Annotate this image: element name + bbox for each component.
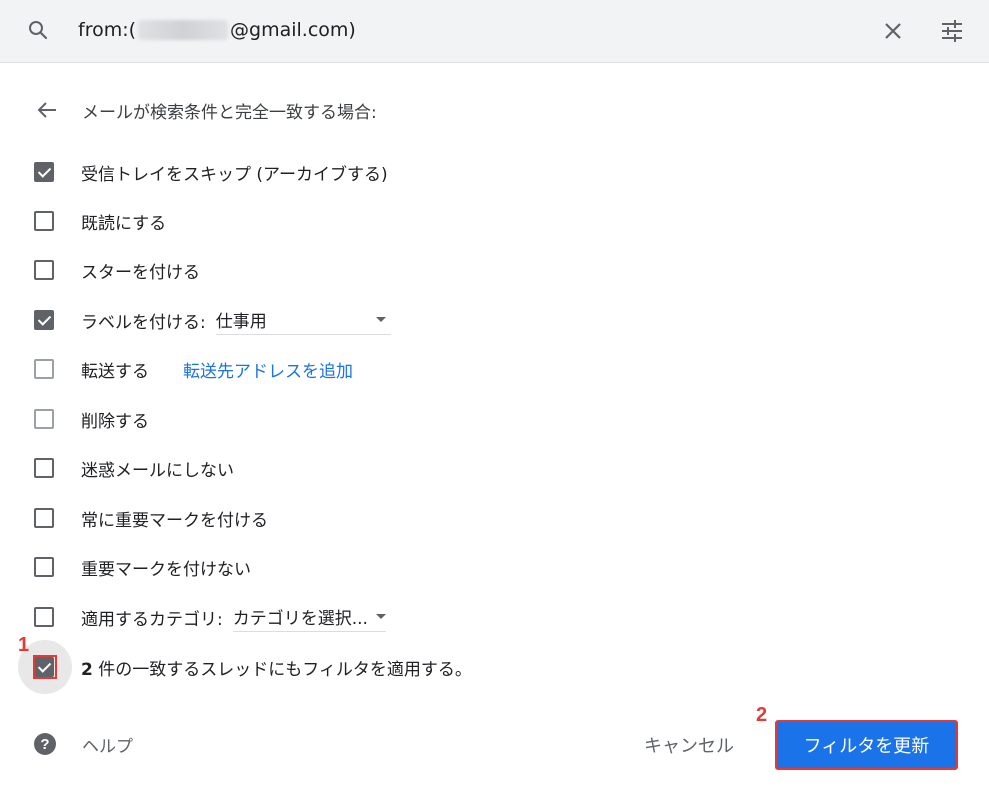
- help-icon: ?: [34, 733, 56, 755]
- category-select-value: カテゴリを選択...: [232, 609, 368, 629]
- search-input[interactable]: from:( @gmail.com): [78, 19, 356, 41]
- cancel-button[interactable]: キャンセル: [644, 732, 734, 758]
- option-label: 削除する: [81, 411, 149, 432]
- option-label: ラベルを付ける:: [81, 312, 206, 333]
- annotation-marker-2: 2: [756, 704, 768, 726]
- tune-icon[interactable]: [940, 20, 964, 42]
- label-select-value: 仕事用: [215, 312, 267, 332]
- option-never-important[interactable]: 重要マークを付けない: [34, 553, 251, 581]
- help-label: ヘルプ: [82, 736, 133, 757]
- option-label: スターを付ける: [81, 262, 200, 283]
- category-select[interactable]: カテゴリを選択...: [232, 603, 386, 632]
- checkbox-never-spam[interactable]: [34, 458, 54, 478]
- back-arrow-icon[interactable]: [36, 99, 58, 121]
- option-category[interactable]: 適用するカテゴリ: カテゴリを選択...: [34, 603, 386, 632]
- filter-heading: メールが検索条件と完全一致する場合:: [82, 102, 377, 123]
- option-label-text: 件の一致するスレッドにもフィルタを適用する。: [92, 659, 472, 680]
- annotation-box-1: [33, 655, 57, 679]
- redacted-email-blur: [138, 20, 229, 40]
- search-query-suffix: @gmail.com): [230, 19, 356, 41]
- checkbox-mark-read[interactable]: [34, 211, 54, 231]
- option-delete[interactable]: 削除する: [34, 405, 149, 433]
- checkbox-category[interactable]: [34, 607, 54, 627]
- option-label: 常に重要マークを付ける: [81, 510, 268, 531]
- option-label: 転送する: [81, 361, 149, 382]
- option-apply-existing[interactable]: 2 件の一致するスレッドにもフィルタを適用する。: [34, 653, 472, 681]
- checkbox-delete[interactable]: [34, 409, 54, 429]
- option-forward[interactable]: 転送する 転送先アドレスを追加: [34, 355, 353, 383]
- option-label: 迷惑メールにしない: [81, 460, 234, 481]
- checkbox-never-important[interactable]: [34, 557, 54, 577]
- search-icon[interactable]: [26, 18, 50, 42]
- add-forward-address-link[interactable]: 転送先アドレスを追加: [183, 357, 353, 382]
- option-star[interactable]: スターを付ける: [34, 256, 200, 284]
- option-label: 受信トレイをスキップ (アーカイブする): [81, 164, 388, 185]
- close-icon[interactable]: [882, 20, 904, 42]
- update-filter-button[interactable]: フィルタを更新: [775, 720, 958, 770]
- help-link[interactable]: ? ヘルプ: [34, 730, 133, 758]
- option-mark-read[interactable]: 既読にする: [34, 207, 166, 235]
- label-select[interactable]: 仕事用: [215, 306, 391, 335]
- option-label: 2 件の一致するスレッドにもフィルタを適用する。: [81, 655, 472, 680]
- option-always-important[interactable]: 常に重要マークを付ける: [34, 504, 268, 532]
- match-count: 2: [81, 659, 93, 680]
- dropdown-caret-icon: [375, 317, 386, 322]
- annotation-marker-1: 1: [18, 634, 30, 656]
- option-label: 重要マークを付けない: [81, 559, 251, 580]
- checkbox-apply-label[interactable]: [34, 310, 54, 330]
- option-never-spam[interactable]: 迷惑メールにしない: [34, 454, 234, 482]
- option-apply-label[interactable]: ラベルを付ける: 仕事用: [34, 306, 391, 335]
- checkbox-star[interactable]: [34, 260, 54, 280]
- checkbox-forward[interactable]: [34, 359, 54, 379]
- search-query-prefix: from:(: [78, 19, 137, 41]
- checkbox-always-important[interactable]: [34, 508, 54, 528]
- filter-header: メールが検索条件と完全一致する場合:: [36, 96, 377, 124]
- search-bar: from:( @gmail.com): [0, 0, 989, 63]
- checkbox-skip-inbox[interactable]: [34, 162, 54, 182]
- dropdown-caret-icon: [375, 614, 386, 619]
- option-skip-inbox[interactable]: 受信トレイをスキップ (アーカイブする): [34, 158, 388, 186]
- option-label: 既読にする: [81, 213, 167, 234]
- option-label: 適用するカテゴリ:: [81, 609, 223, 630]
